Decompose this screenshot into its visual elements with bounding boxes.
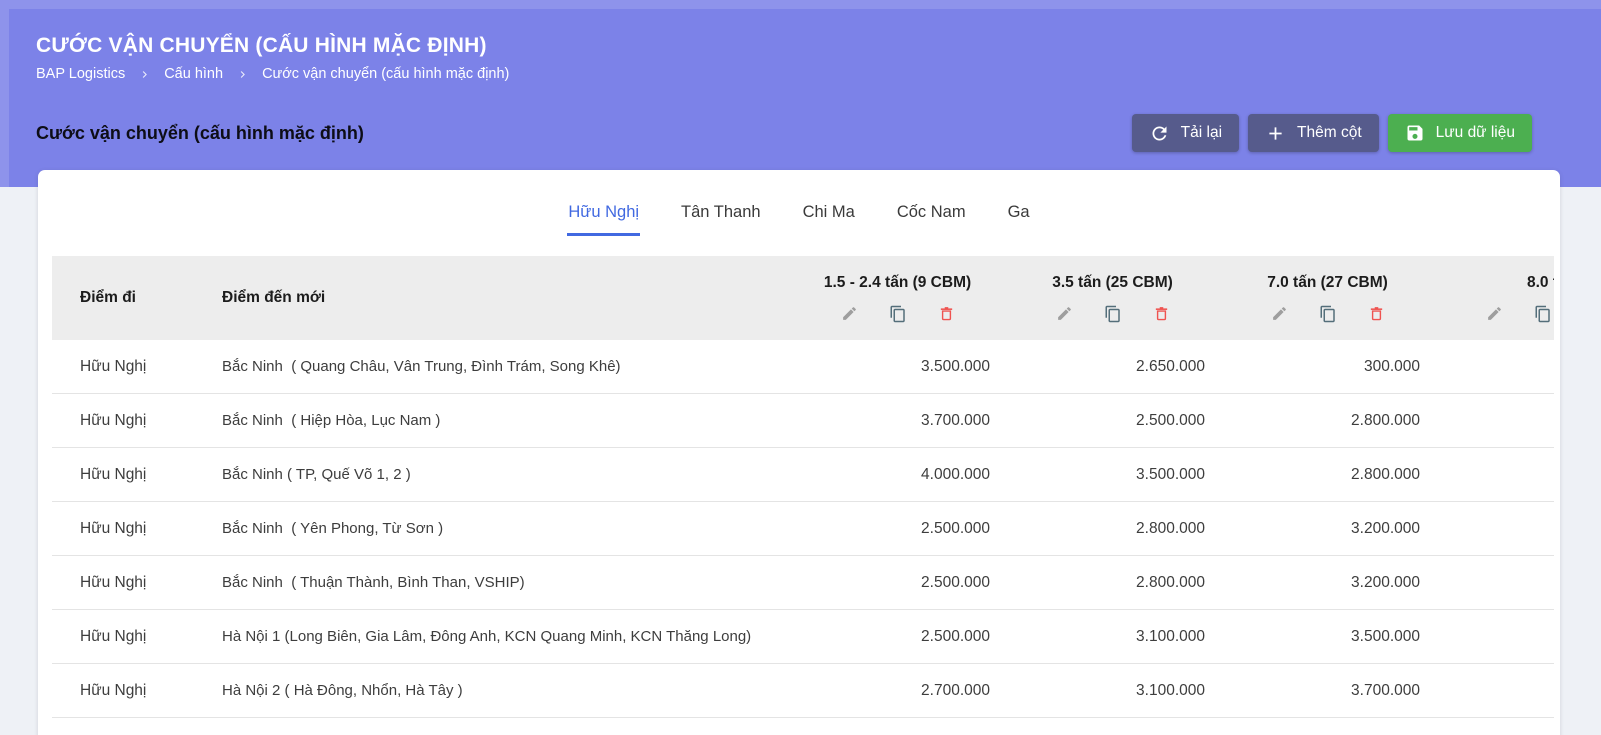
breadcrumb-item[interactable]: Cấu hình [164,64,223,84]
refresh-icon [1149,123,1170,144]
cell-destination: Bắc Ninh ( Thuận Thành, Bình Than, VSHIP… [200,574,790,591]
edit-column-icon[interactable] [1271,305,1288,323]
cell-price[interactable]: 2.800.000 [1005,574,1220,592]
table-header-row: Điểm đi Điểm đến mới 1.5 - 2.4 tấn (9 CB… [52,256,1554,340]
section-title: Cước vận chuyển (cấu hình mặc định) [36,123,364,144]
breadcrumb-item[interactable]: BAP Logistics [36,64,125,84]
cell-price[interactable]: 2.800.000 [1220,412,1435,430]
price-column-label: 1.5 - 2.4 tấn (9 CBM) [824,274,971,292]
save-button[interactable]: Lưu dữ liệu [1388,114,1532,152]
table-body: Hữu Nghị Bắc Ninh ( Quang Châu, Vân Trun… [52,340,1554,735]
copy-column-icon[interactable] [1104,305,1122,323]
reload-button[interactable]: Tải lại [1132,114,1239,152]
cell-price[interactable]: 3.500.000 [1005,466,1220,484]
cell-price[interactable]: 3.500.000 [790,358,1005,376]
price-column-actions [1486,305,1555,323]
cell-price[interactable]: 2.500.000 [790,520,1005,538]
table-row: Hữu Nghị Bắc Ninh ( Yên Phong, Từ Sơn ) … [52,502,1554,556]
table-row: Hữu Nghị Bắc Ninh ( Thuận Thành, Bình Th… [52,556,1554,610]
breadcrumb-item[interactable]: Cước vận chuyển (cấu hình mặc định) [262,64,509,84]
tab-hữu-nghị[interactable]: Hữu Nghị [567,189,640,236]
tab-chi-ma[interactable]: Chi Ma [802,189,856,236]
header-destination: Điểm đến mới [200,256,790,340]
breadcrumb: BAP Logistics Cấu hình Cước vận chuyển (cấ… [36,64,1532,84]
table-row: Hữu Nghị Bắc Ninh ( TP, Quế Võ 1, 2 ) 4.… [52,448,1554,502]
edit-column-icon[interactable] [1056,305,1073,323]
table-row: Hữu Nghị Bắc Ninh ( Quang Châu, Vân Trun… [52,340,1554,394]
chevron-right-icon [237,69,248,80]
cell-price[interactable]: 3.100.000 [1005,682,1220,700]
cell-price[interactable]: 3.700.000 [790,412,1005,430]
cell-from: Hữu Nghị [52,412,200,430]
page-header: CƯỚC VẬN CHUYỂN (CẤU HÌNH MẶC ĐỊNH) BAP … [0,0,1601,187]
cell-price[interactable]: 3.700.000 [1220,682,1435,700]
tab-cốc-nam[interactable]: Cốc Nam [896,189,967,236]
cell-price[interactable]: 2.800.000 [1005,520,1220,538]
toolbar-buttons: Tải lại Thêm cột Lưu dữ liệu [1132,114,1532,152]
table-row [52,718,1554,735]
add-column-button[interactable]: Thêm cột [1248,114,1379,152]
cell-from: Hữu Nghị [52,466,200,484]
cell-price[interactable]: 2.500.000 [790,574,1005,592]
save-icon [1405,123,1425,143]
cell-from: Hữu Nghị [52,628,200,646]
cell-from: Hữu Nghị [52,520,200,538]
table-row: Hữu Nghị Bắc Ninh ( Hiệp Hòa, Lục Nam ) … [52,394,1554,448]
save-button-label: Lưu dữ liệu [1436,124,1515,142]
cell-destination: Bắc Ninh ( TP, Quế Võ 1, 2 ) [200,466,790,483]
copy-column-icon[interactable] [1534,305,1552,323]
add-column-button-label: Thêm cột [1297,124,1362,142]
chevron-right-icon [139,69,150,80]
copy-column-icon[interactable] [1319,305,1337,323]
cell-from: Hữu Nghị [52,574,200,592]
rates-table: Điểm đi Điểm đến mới 1.5 - 2.4 tấn (9 CB… [52,256,1554,735]
rates-table-scroll[interactable]: Điểm đi Điểm đến mới 1.5 - 2.4 tấn (9 CB… [52,256,1554,735]
delete-column-icon[interactable] [938,305,955,323]
copy-column-icon[interactable] [889,305,907,323]
table-row: Hữu Nghị Hà Nội 1 (Long Biên, Gia Lâm, Đ… [52,610,1554,664]
price-column-label: 7.0 tấn (27 CBM) [1267,274,1388,292]
cell-destination: Bắc Ninh ( Quang Châu, Vân Trung, Đình T… [200,358,790,375]
price-column-label: 8.0 t [1527,274,1554,292]
content-card: Hữu Nghị Tân Thanh Chi Ma Cốc Nam Ga Điểm đi… [38,170,1560,735]
cell-from: Hữu Nghị [52,358,200,376]
edit-column-icon[interactable] [841,305,858,323]
tab-tân-thanh[interactable]: Tân Thanh [680,189,762,236]
cell-destination: Hà Nội 2 ( Hà Đông, Nhổn, Hà Tây ) [200,682,790,699]
header-price-column: 1.5 - 2.4 tấn (9 CBM) [790,256,1005,340]
tab-ga[interactable]: Ga [1007,189,1031,236]
table-row: Hữu Nghị Hà Nội 2 ( Hà Đông, Nhổn, Hà Tâ… [52,664,1554,718]
toolbar: Cước vận chuyển (cấu hình mặc định) Tải … [36,114,1532,152]
tab-bar: Hữu Nghị Tân Thanh Chi Ma Cốc Nam Ga [38,170,1560,236]
cell-price[interactable]: 3.500.000 [1220,628,1435,646]
price-column-actions [1271,305,1385,323]
cell-price[interactable]: 3.200.000 [1220,520,1435,538]
delete-column-icon[interactable] [1368,305,1385,323]
cell-from: Hữu Nghị [52,682,200,700]
cell-price[interactable]: 300.000 [1220,358,1435,376]
cell-price[interactable]: 2.650.000 [1005,358,1220,376]
plus-icon [1265,123,1286,144]
delete-column-icon[interactable] [1153,305,1170,323]
header-price-column: 8.0 t [1435,256,1554,340]
edit-column-icon[interactable] [1486,305,1503,323]
price-column-label: 3.5 tấn (25 CBM) [1052,274,1173,292]
page-title: CƯỚC VẬN CHUYỂN (CẤU HÌNH MẶC ĐỊNH) [36,33,1532,59]
cell-price[interactable]: 3.200.000 [1220,574,1435,592]
cell-price[interactable]: 3.100.000 [1005,628,1220,646]
cell-destination: Bắc Ninh ( Hiệp Hòa, Lục Nam ) [200,412,790,429]
header-from: Điểm đi [52,256,200,340]
cell-price[interactable]: 2.800.000 [1220,466,1435,484]
price-column-actions [1056,305,1170,323]
header-price-column: 7.0 tấn (27 CBM) [1220,256,1435,340]
cell-price[interactable]: 2.500.000 [790,628,1005,646]
reload-button-label: Tải lại [1181,124,1222,142]
price-column-actions [841,305,955,323]
cell-price[interactable]: 2.700.000 [790,682,1005,700]
cell-destination: Hà Nội 1 (Long Biên, Gia Lâm, Đông Anh, … [200,628,790,645]
header-price-column: 3.5 tấn (25 CBM) [1005,256,1220,340]
cell-price[interactable]: 4.000.000 [790,466,1005,484]
cell-destination: Bắc Ninh ( Yên Phong, Từ Sơn ) [200,520,790,537]
cell-price[interactable]: 2.500.000 [1005,412,1220,430]
